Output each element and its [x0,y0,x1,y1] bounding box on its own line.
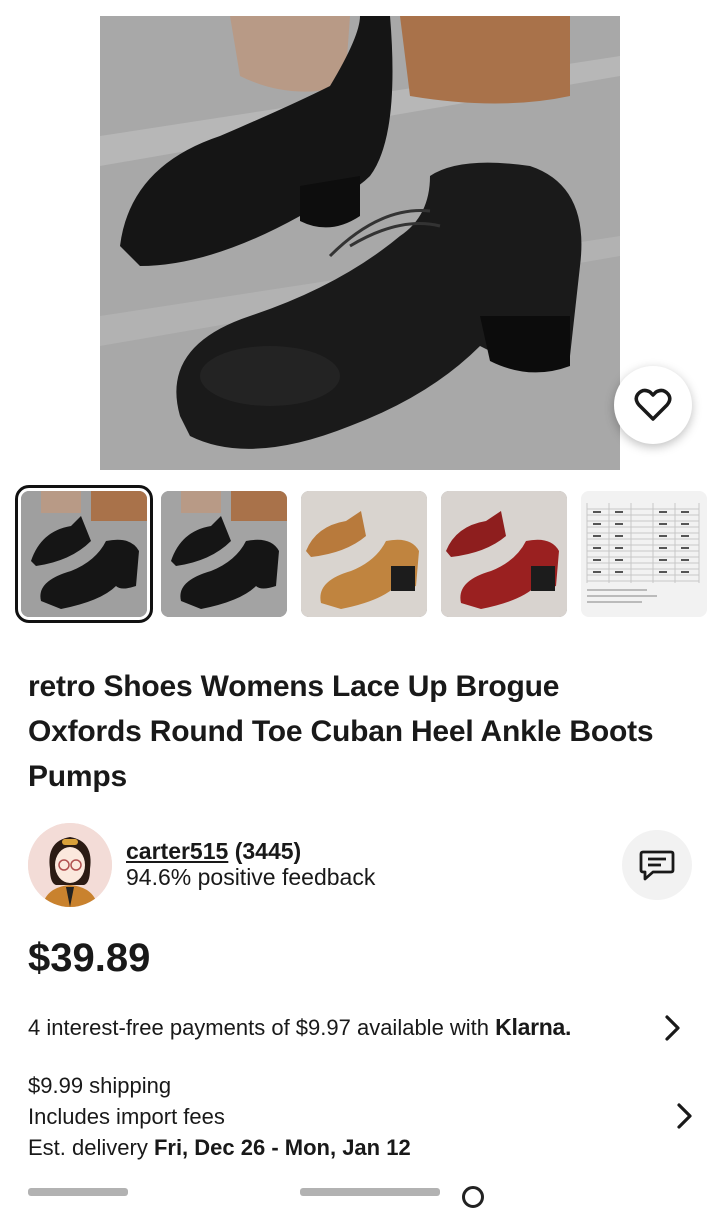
seller-feedback-count: (3445) [234,838,302,864]
delivery-dates: Fri, Dec 26 - Mon, Jan 12 [153,1135,411,1160]
thumbnail-image [21,491,147,617]
info-icon[interactable] [462,1186,484,1208]
delivery-label: Est. delivery [28,1135,154,1160]
shipping-chevron-right-icon[interactable] [676,1102,694,1135]
cutoff-row-left [28,1188,128,1196]
thumbnail-image [441,491,567,617]
shoe-photo [100,16,620,470]
contact-seller-button[interactable] [622,830,692,900]
shipping-cost: $9.99 shipping [28,1073,172,1098]
size-chart-image [581,491,707,617]
heart-icon [634,388,672,421]
seller-avatar[interactable] [28,823,112,907]
avatar-image [28,823,112,907]
klarna-payments-text: 4 interest-free payments of $9.97 availa… [28,1015,490,1040]
klarna-payments-row[interactable]: 4 interest-free payments of $9.97 availa… [28,1014,708,1041]
product-title: retro Shoes Womens Lace Up Brogue Oxford… [28,670,654,793]
thumbnail-5-size-chart[interactable] [581,491,707,617]
thumbnail-image [301,491,427,617]
product-main-image[interactable] [100,16,620,470]
shipping-section[interactable]: $9.99 shipping Includes import fees Est.… [28,1070,411,1163]
watch-heart-button[interactable] [614,366,692,444]
thumbnail-2[interactable] [161,491,287,617]
chat-icon [639,850,675,881]
seller-username-link[interactable]: carter515 [126,838,228,864]
thumbnail-1[interactable] [15,485,153,623]
seller-feedback-percent: 94.6% positive feedback [126,864,376,890]
thumbnail-image [161,491,287,617]
thumbnail-4[interactable] [441,491,567,617]
item-price: $39.89 [28,936,151,980]
thumbnail-strip[interactable] [0,484,720,626]
estimated-delivery: Est. delivery Fri, Dec 26 - Mon, Jan 12 [28,1132,411,1163]
import-fees-note: Includes import fees [28,1104,225,1129]
chevron-right-icon[interactable] [664,1014,682,1048]
cutoff-row-middle [300,1188,440,1196]
seller-name-line[interactable]: carter515 (3445) [126,838,301,865]
thumbnail-3[interactable] [301,491,427,617]
klarna-logo: Klarna. [495,1014,572,1040]
